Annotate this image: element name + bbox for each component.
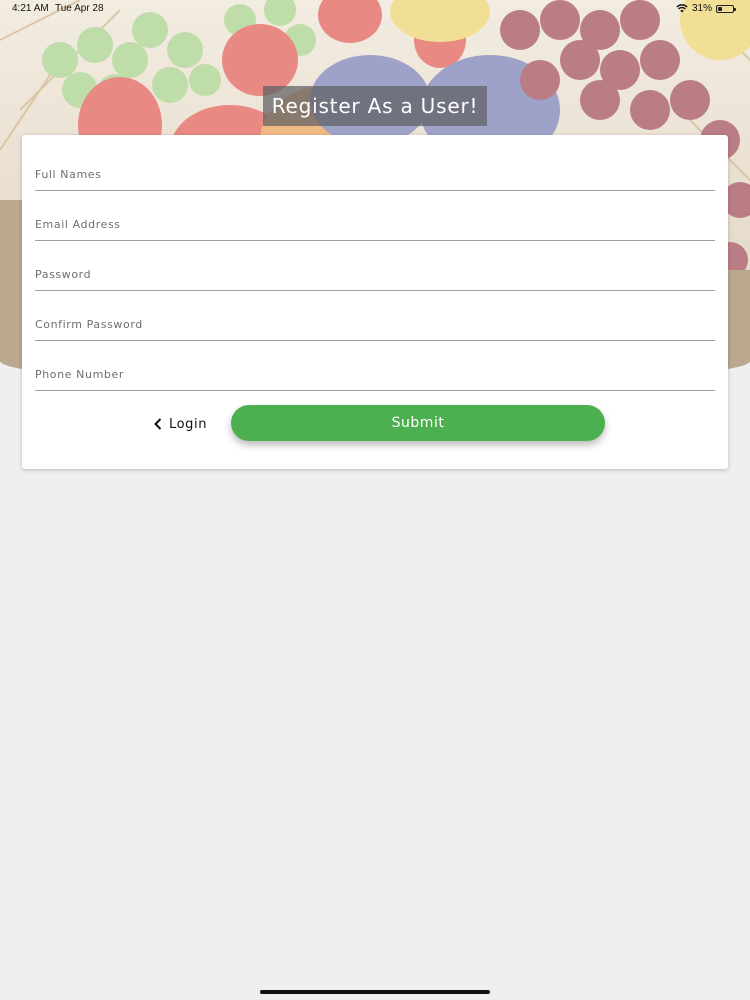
full-names-field <box>35 141 715 191</box>
login-link[interactable]: Login <box>154 414 207 434</box>
email-address-input[interactable] <box>35 213 715 235</box>
home-indicator <box>260 990 490 994</box>
page-title-banner: Register As a User! <box>263 86 487 126</box>
wifi-icon <box>676 4 688 13</box>
battery-level-fill <box>718 6 722 11</box>
password-input[interactable] <box>35 263 715 285</box>
registration-form-card: Login Submit <box>22 135 728 469</box>
page-title: Register As a User! <box>271 94 479 118</box>
status-time: 4:21 AM <box>12 3 49 14</box>
full-names-input[interactable] <box>35 163 715 185</box>
phone-number-field <box>35 341 715 391</box>
battery-icon <box>716 4 736 13</box>
battery-percent: 31% <box>691 3 712 14</box>
phone-number-input[interactable] <box>35 363 715 385</box>
status-bar: 4:21 AM Tue Apr 28 31% <box>0 0 750 18</box>
email-address-field <box>35 191 715 241</box>
confirm-password-field <box>35 291 715 341</box>
chevron-left-icon <box>154 418 162 430</box>
password-field <box>35 241 715 291</box>
status-date: Tue Apr 28 <box>55 3 104 14</box>
login-link-label: Login <box>169 416 208 432</box>
confirm-password-input[interactable] <box>35 313 715 335</box>
status-right: 31% <box>676 3 736 14</box>
submit-button[interactable]: Submit <box>231 405 605 441</box>
